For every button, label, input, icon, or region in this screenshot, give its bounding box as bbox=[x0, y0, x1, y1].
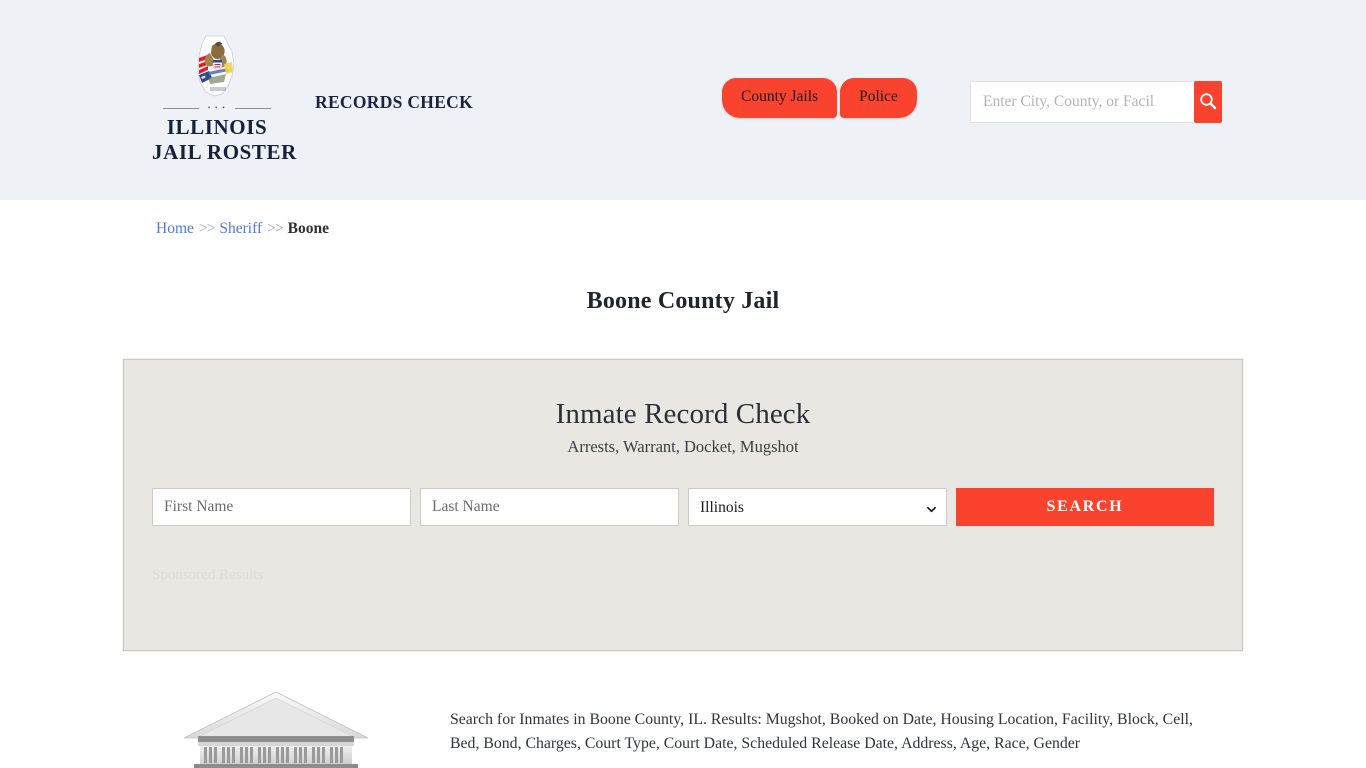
breadcrumb-separator-1: >> bbox=[198, 220, 216, 237]
facility-description-text: Search for Inmates in Boone County, IL. … bbox=[450, 710, 1193, 752]
card-subheading: Arrests, Warrant, Docket, Mugshot bbox=[567, 437, 799, 456]
search-icon bbox=[1198, 91, 1218, 114]
header-search-button[interactable] bbox=[1194, 81, 1222, 123]
header-inner: • • • ILLINOIS JAIL ROSTER RECORDS CHECK… bbox=[0, 0, 1366, 200]
logo-divider-ornament: • • • bbox=[163, 104, 271, 114]
logo-text-line2: JAIL ROSTER bbox=[152, 140, 297, 164]
state-select-wrapper: Illinois bbox=[688, 488, 947, 526]
site-header: • • • ILLINOIS JAIL ROSTER RECORDS CHECK… bbox=[0, 0, 1366, 200]
description-section: Search for Inmates in Boone County, IL. … bbox=[0, 680, 1366, 768]
breadcrumb: Home >> Sheriff >> Boone bbox=[156, 220, 329, 238]
site-logo[interactable]: • • • ILLINOIS JAIL ROSTER bbox=[152, 34, 297, 165]
header-nav: County Jails Police bbox=[722, 78, 917, 118]
sponsored-results-label: Sponsored Results bbox=[152, 567, 264, 583]
inmate-record-check-card: Inmate Record Check Arrests, Warrant, Do… bbox=[122, 358, 1244, 652]
nav-tab-county-jails[interactable]: County Jails bbox=[722, 78, 838, 118]
breadcrumb-item-current: Boone bbox=[287, 220, 329, 237]
header-tagline: RECORDS CHECK bbox=[315, 92, 474, 112]
illinois-state-crest-icon bbox=[184, 34, 250, 102]
nav-tab-police[interactable]: Police bbox=[840, 78, 917, 118]
breadcrumb-item-home[interactable]: Home bbox=[156, 220, 194, 237]
inmate-search-form: Illinois SEARCH bbox=[152, 488, 1214, 526]
state-select[interactable]: Illinois bbox=[688, 488, 947, 526]
header-search-input[interactable] bbox=[970, 81, 1194, 123]
header-search bbox=[970, 81, 1222, 123]
card-heading: Inmate Record Check bbox=[555, 398, 811, 430]
breadcrumb-separator-2: >> bbox=[267, 220, 284, 237]
logo-text-line1: ILLINOIS bbox=[166, 115, 268, 139]
page-title: Boone County Jail bbox=[586, 288, 780, 315]
inmate-search-submit-button[interactable]: SEARCH bbox=[956, 488, 1214, 526]
breadcrumb-item-sheriff[interactable]: Sheriff bbox=[219, 220, 262, 237]
courthouse-building-icon bbox=[178, 688, 374, 768]
first-name-input[interactable] bbox=[152, 488, 411, 526]
last-name-input[interactable] bbox=[420, 488, 679, 526]
